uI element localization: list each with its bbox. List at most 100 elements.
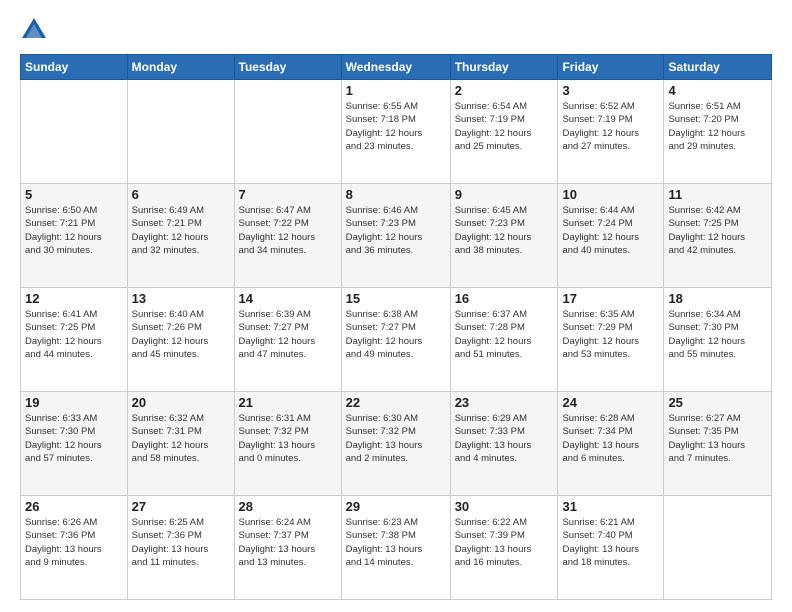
- day-number: 23: [455, 395, 554, 410]
- day-info: Sunrise: 6:22 AM Sunset: 7:39 PM Dayligh…: [455, 516, 554, 569]
- day-number: 19: [25, 395, 123, 410]
- day-number: 2: [455, 83, 554, 98]
- weekday-tuesday: Tuesday: [234, 55, 341, 80]
- day-cell: 31 Sunrise: 6:21 AM Sunset: 7:40 PM Dayli…: [558, 496, 664, 600]
- day-cell: 1 Sunrise: 6:55 AM Sunset: 7:18 PM Daylig…: [341, 80, 450, 184]
- weekday-sunday: Sunday: [21, 55, 128, 80]
- day-cell: 7 Sunrise: 6:47 AM Sunset: 7:22 PM Daylig…: [234, 184, 341, 288]
- week-row-4: 19 Sunrise: 6:33 AM Sunset: 7:30 PM Dayli…: [21, 392, 772, 496]
- day-cell: 6 Sunrise: 6:49 AM Sunset: 7:21 PM Daylig…: [127, 184, 234, 288]
- day-number: 10: [562, 187, 659, 202]
- day-number: 17: [562, 291, 659, 306]
- day-cell: 28Sunrise: 6:24 AM Sunset: 7:37 PM Dayli…: [234, 496, 341, 600]
- day-cell: 24 Sunrise: 6:28 AM Sunset: 7:34 PM Dayli…: [558, 392, 664, 496]
- day-info: Sunrise: 6:51 AM Sunset: 7:20 PM Dayligh…: [668, 100, 767, 153]
- day-info: Sunrise: 6:49 AM Sunset: 7:21 PM Dayligh…: [132, 204, 230, 257]
- day-info: Sunrise: 6:25 AM Sunset: 7:36 PM Dayligh…: [132, 516, 230, 569]
- day-number: 7: [239, 187, 337, 202]
- day-cell: 3 Sunrise: 6:52 AM Sunset: 7:19 PM Daylig…: [558, 80, 664, 184]
- calendar: SundayMondayTuesdayWednesdayThursdayFrid…: [20, 54, 772, 600]
- weekday-saturday: Saturday: [664, 55, 772, 80]
- day-info: Sunrise: 6:34 AM Sunset: 7:30 PM Dayligh…: [668, 308, 767, 361]
- day-cell: 20 Sunrise: 6:32 AM Sunset: 7:31 PM Dayli…: [127, 392, 234, 496]
- day-info: Sunrise: 6:41 AM Sunset: 7:25 PM Dayligh…: [25, 308, 123, 361]
- day-info: Sunrise: 6:26 AM Sunset: 7:36 PM Dayligh…: [25, 516, 123, 569]
- day-number: 11: [668, 187, 767, 202]
- day-cell: 29 Sunrise: 6:23 AM Sunset: 7:38 PM Dayli…: [341, 496, 450, 600]
- day-number: 16: [455, 291, 554, 306]
- day-info: Sunrise: 6:42 AM Sunset: 7:25 PM Dayligh…: [668, 204, 767, 257]
- day-info: Sunrise: 6:52 AM Sunset: 7:19 PM Dayligh…: [562, 100, 659, 153]
- day-info: Sunrise: 6:21 AM Sunset: 7:40 PM Dayligh…: [562, 516, 659, 569]
- day-number: 21: [239, 395, 337, 410]
- day-info: Sunrise: 6:37 AM Sunset: 7:28 PM Dayligh…: [455, 308, 554, 361]
- day-info: Sunrise: 6:27 AM Sunset: 7:35 PM Dayligh…: [668, 412, 767, 465]
- day-number: 5: [25, 187, 123, 202]
- day-info: Sunrise: 6:32 AM Sunset: 7:31 PM Dayligh…: [132, 412, 230, 465]
- day-info: Sunrise: 6:24 AM Sunset: 7:37 PM Dayligh…: [239, 516, 337, 569]
- day-number: 24: [562, 395, 659, 410]
- day-number: 1: [346, 83, 446, 98]
- day-cell: 2 Sunrise: 6:54 AM Sunset: 7:19 PM Daylig…: [450, 80, 558, 184]
- day-info: Sunrise: 6:55 AM Sunset: 7:18 PM Dayligh…: [346, 100, 446, 153]
- day-number: 29: [346, 499, 446, 514]
- day-cell: 11 Sunrise: 6:42 AM Sunset: 7:25 PM Dayli…: [664, 184, 772, 288]
- day-info: Sunrise: 6:50 AM Sunset: 7:21 PM Dayligh…: [25, 204, 123, 257]
- day-number: 30: [455, 499, 554, 514]
- day-info: Sunrise: 6:54 AM Sunset: 7:19 PM Dayligh…: [455, 100, 554, 153]
- day-cell: 25 Sunrise: 6:27 AM Sunset: 7:35 PM Dayli…: [664, 392, 772, 496]
- day-number: 18: [668, 291, 767, 306]
- day-info: Sunrise: 6:39 AM Sunset: 7:27 PM Dayligh…: [239, 308, 337, 361]
- day-cell: 18 Sunrise: 6:34 AM Sunset: 7:30 PM Dayli…: [664, 288, 772, 392]
- day-number: 22: [346, 395, 446, 410]
- day-info: Sunrise: 6:45 AM Sunset: 7:23 PM Dayligh…: [455, 204, 554, 257]
- day-number: 20: [132, 395, 230, 410]
- day-cell: 14 Sunrise: 6:39 AM Sunset: 7:27 PM Dayli…: [234, 288, 341, 392]
- day-cell: [664, 496, 772, 600]
- week-row-5: 26Sunrise: 6:26 AM Sunset: 7:36 PM Dayli…: [21, 496, 772, 600]
- day-number: 31: [562, 499, 659, 514]
- week-row-2: 5 Sunrise: 6:50 AM Sunset: 7:21 PM Daylig…: [21, 184, 772, 288]
- day-cell: 12 Sunrise: 6:41 AM Sunset: 7:25 PM Dayli…: [21, 288, 128, 392]
- day-cell: 17 Sunrise: 6:35 AM Sunset: 7:29 PM Dayli…: [558, 288, 664, 392]
- day-cell: 9 Sunrise: 6:45 AM Sunset: 7:23 PM Daylig…: [450, 184, 558, 288]
- day-cell: 26Sunrise: 6:26 AM Sunset: 7:36 PM Dayli…: [21, 496, 128, 600]
- weekday-thursday: Thursday: [450, 55, 558, 80]
- day-cell: 27Sunrise: 6:25 AM Sunset: 7:36 PM Dayli…: [127, 496, 234, 600]
- day-info: Sunrise: 6:31 AM Sunset: 7:32 PM Dayligh…: [239, 412, 337, 465]
- day-number: 25: [668, 395, 767, 410]
- day-number: 3: [562, 83, 659, 98]
- day-cell: 8Sunrise: 6:46 AM Sunset: 7:23 PM Daylig…: [341, 184, 450, 288]
- day-info: Sunrise: 6:47 AM Sunset: 7:22 PM Dayligh…: [239, 204, 337, 257]
- day-cell: 23 Sunrise: 6:29 AM Sunset: 7:33 PM Dayli…: [450, 392, 558, 496]
- day-cell: 30 Sunrise: 6:22 AM Sunset: 7:39 PM Dayli…: [450, 496, 558, 600]
- day-info: Sunrise: 6:29 AM Sunset: 7:33 PM Dayligh…: [455, 412, 554, 465]
- day-info: Sunrise: 6:30 AM Sunset: 7:32 PM Dayligh…: [346, 412, 446, 465]
- day-info: Sunrise: 6:44 AM Sunset: 7:24 PM Dayligh…: [562, 204, 659, 257]
- day-number: 8: [346, 187, 446, 202]
- weekday-wednesday: Wednesday: [341, 55, 450, 80]
- weekday-monday: Monday: [127, 55, 234, 80]
- day-info: Sunrise: 6:35 AM Sunset: 7:29 PM Dayligh…: [562, 308, 659, 361]
- day-info: Sunrise: 6:33 AM Sunset: 7:30 PM Dayligh…: [25, 412, 123, 465]
- day-number: 12: [25, 291, 123, 306]
- day-cell: 13Sunrise: 6:40 AM Sunset: 7:26 PM Dayli…: [127, 288, 234, 392]
- day-number: 6: [132, 187, 230, 202]
- day-number: 15: [346, 291, 446, 306]
- weekday-friday: Friday: [558, 55, 664, 80]
- day-cell: 21 Sunrise: 6:31 AM Sunset: 7:32 PM Dayli…: [234, 392, 341, 496]
- day-info: Sunrise: 6:23 AM Sunset: 7:38 PM Dayligh…: [346, 516, 446, 569]
- day-number: 14: [239, 291, 337, 306]
- day-cell: 16 Sunrise: 6:37 AM Sunset: 7:28 PM Dayli…: [450, 288, 558, 392]
- week-row-1: 1 Sunrise: 6:55 AM Sunset: 7:18 PM Daylig…: [21, 80, 772, 184]
- day-cell: 10 Sunrise: 6:44 AM Sunset: 7:24 PM Dayli…: [558, 184, 664, 288]
- day-number: 9: [455, 187, 554, 202]
- day-number: 4: [668, 83, 767, 98]
- day-cell: 15Sunrise: 6:38 AM Sunset: 7:27 PM Dayli…: [341, 288, 450, 392]
- day-info: Sunrise: 6:28 AM Sunset: 7:34 PM Dayligh…: [562, 412, 659, 465]
- week-row-3: 12 Sunrise: 6:41 AM Sunset: 7:25 PM Dayli…: [21, 288, 772, 392]
- day-cell: 22 Sunrise: 6:30 AM Sunset: 7:32 PM Dayli…: [341, 392, 450, 496]
- day-cell: 5 Sunrise: 6:50 AM Sunset: 7:21 PM Daylig…: [21, 184, 128, 288]
- day-cell: [127, 80, 234, 184]
- header: [20, 16, 772, 44]
